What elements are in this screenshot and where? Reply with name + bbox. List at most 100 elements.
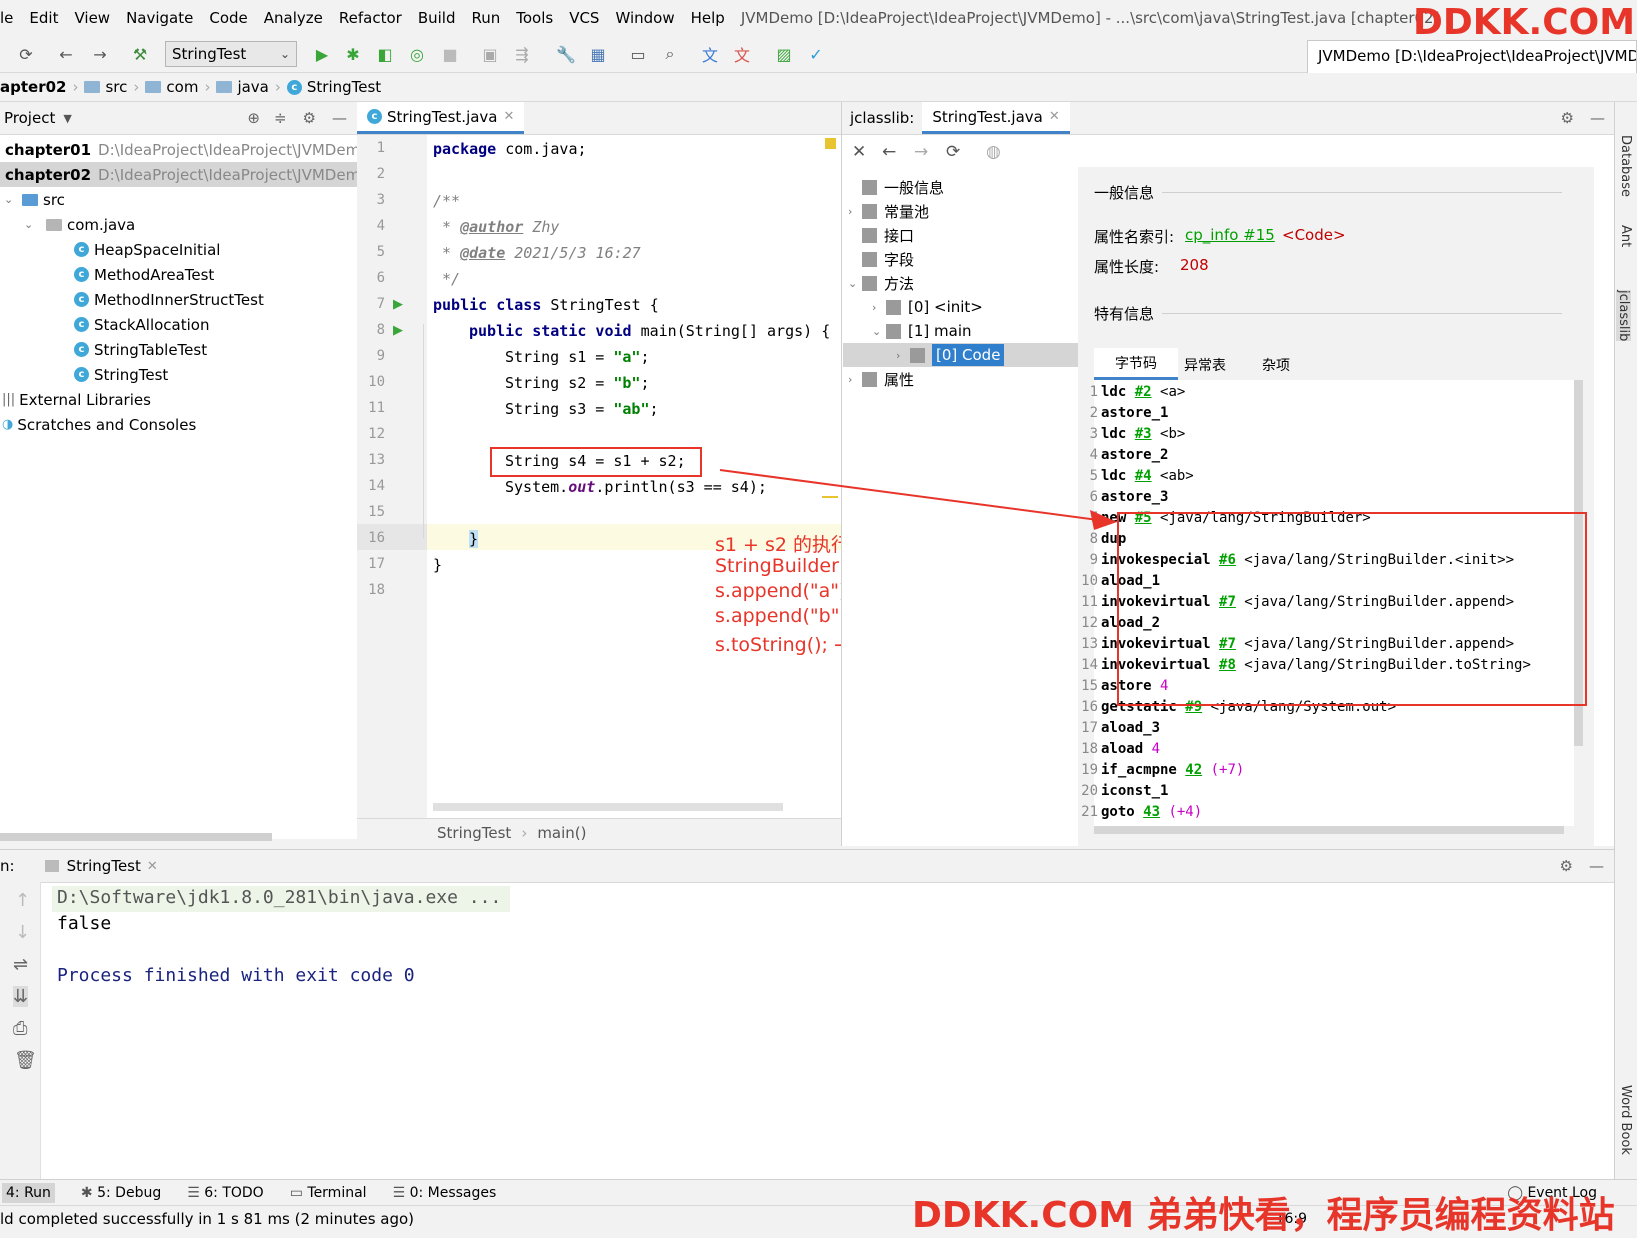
breadcrumb-module[interactable]: apter02 xyxy=(0,78,66,96)
locate-icon[interactable]: ⊕ xyxy=(247,109,260,127)
horizontal-scrollbar[interactable] xyxy=(1094,826,1564,834)
tab-run-stringtest[interactable]: StringTest ✕ xyxy=(34,850,168,882)
tool-window-word-book[interactable]: Word Book xyxy=(1618,1085,1633,1155)
tool-tab-todo[interactable]: ☰ 6: TODO xyxy=(187,1185,263,1201)
translate-replace-icon[interactable]: 文 xyxy=(732,44,752,65)
tree-item-constant-pool[interactable]: › 常量池 xyxy=(848,199,929,223)
tree-item-class[interactable]: c StringTest xyxy=(74,362,168,387)
refresh-icon[interactable]: ⟳ xyxy=(946,142,960,162)
warning-marker[interactable] xyxy=(825,138,836,149)
breadcrumb-src[interactable]: src xyxy=(105,78,127,96)
menu-refactor[interactable]: Refactor xyxy=(331,9,410,27)
tool-tab-terminal[interactable]: ▭ Terminal xyxy=(290,1185,367,1201)
settings-wrench-icon[interactable]: 🔧 xyxy=(556,44,576,64)
tree-item-scratches[interactable]: ◑ Scratches and Consoles xyxy=(2,412,196,437)
gear-icon[interactable]: ⚙ xyxy=(303,109,316,127)
breadcrumb-java[interactable]: java xyxy=(237,78,268,96)
editor-horizontal-scrollbar[interactable] xyxy=(433,803,783,811)
print-icon[interactable]: ⎙ xyxy=(13,1018,27,1039)
translate-icon[interactable]: 文 xyxy=(700,44,720,65)
breadcrumb-com[interactable]: com xyxy=(166,78,198,96)
deploy-icon[interactable]: ⇶ xyxy=(512,44,532,64)
sync-icon[interactable]: ⟳ xyxy=(16,44,36,64)
statistic-icon[interactable]: ▨ xyxy=(774,44,794,64)
project-panel-title[interactable]: Project xyxy=(4,109,55,127)
minimize-icon[interactable]: — xyxy=(332,109,347,127)
minimize-icon[interactable]: — xyxy=(1590,109,1605,127)
chevron-down-icon[interactable]: ▼ xyxy=(63,112,71,125)
tree-item-method-main[interactable]: ⌄ [1] main xyxy=(872,319,972,343)
up-arrow-icon[interactable]: ↑ xyxy=(15,890,30,911)
editor-breadcrumb-method[interactable]: main() xyxy=(537,824,586,842)
tool-window-ant[interactable]: Ant xyxy=(1618,225,1633,247)
tool-window-database[interactable]: Database xyxy=(1618,135,1633,197)
build-hammer-icon[interactable]: ⚒ xyxy=(130,44,150,64)
gear-icon[interactable]: ⚙ xyxy=(1561,109,1574,127)
tree-item-attributes[interactable]: › 属性 xyxy=(848,367,914,391)
tree-item-general-info[interactable]: 一般信息 xyxy=(848,175,944,199)
tree-item-methods[interactable]: ⌄ 方法 xyxy=(848,271,914,295)
tool-tab-run[interactable]: 4: Run xyxy=(2,1183,55,1203)
tree-item-chapter02[interactable]: chapter02 D:\IdeaProject\IdeaProject\JVM… xyxy=(0,162,360,187)
tab-stringtest-java[interactable]: c StringTest.java ✕ xyxy=(357,102,525,134)
chevron-down-icon[interactable]: ⌄ xyxy=(848,277,862,290)
tree-item-code[interactable]: › [0] Code xyxy=(896,343,1005,367)
tree-item-class[interactable]: c StackAllocation xyxy=(74,312,209,337)
menu-view[interactable]: View xyxy=(66,9,118,27)
attr-name-link[interactable]: cp_info #15 xyxy=(1185,226,1275,244)
gear-icon[interactable]: ⚙ xyxy=(1560,857,1573,875)
back-icon[interactable]: ← xyxy=(56,44,76,64)
tree-item-external-libraries[interactable]: ||| External Libraries xyxy=(2,387,151,412)
chevron-down-icon[interactable]: ⌄ xyxy=(4,193,22,206)
breadcrumb-class[interactable]: StringTest xyxy=(307,78,381,96)
tree-item-chapter01[interactable]: chapter01 D:\IdeaProject\IdeaProject\JVM… xyxy=(0,137,360,162)
menu-build[interactable]: Build xyxy=(410,9,464,27)
tree-item-class[interactable]: c StringTableTest xyxy=(74,337,207,362)
scroll-to-end-icon[interactable]: ⇊ xyxy=(13,986,29,1007)
tree-item-src[interactable]: ⌄ src xyxy=(4,187,65,212)
menu-navigate[interactable]: Navigate xyxy=(118,9,201,27)
chevron-down-icon[interactable]: ⌄ xyxy=(24,218,46,231)
bytecode-reference-link[interactable]: 42 xyxy=(1185,762,1202,778)
chevron-down-icon[interactable]: ⌄ xyxy=(872,325,886,338)
check-icon[interactable]: ✓ xyxy=(806,44,826,64)
tool-window-jclasslib[interactable]: jclasslib xyxy=(1616,290,1631,342)
debug-icon[interactable]: ✱ xyxy=(343,44,363,64)
menu-code[interactable]: Code xyxy=(201,9,255,27)
search-icon[interactable]: ⌕ xyxy=(660,44,680,64)
tool-tab-debug[interactable]: ✱ 5: Debug xyxy=(81,1185,161,1201)
menu-tools[interactable]: Tools xyxy=(508,9,561,27)
close-icon[interactable]: ✕ xyxy=(852,142,866,162)
editor-breadcrumb-class[interactable]: StringTest xyxy=(437,824,511,842)
down-arrow-icon[interactable]: ↓ xyxy=(15,922,30,943)
tree-item-method-init[interactable]: › [0] <init> xyxy=(872,295,983,319)
menu-run[interactable]: Run xyxy=(463,9,508,27)
browser-icon[interactable]: ◍ xyxy=(986,142,1001,162)
forward-icon[interactable]: → xyxy=(90,44,110,64)
tab-bytecode[interactable]: 字节码 xyxy=(1094,348,1178,380)
run-icon[interactable]: ▶ xyxy=(312,44,332,64)
collapse-icon[interactable]: ≑ xyxy=(274,109,287,127)
chevron-right-icon[interactable]: › xyxy=(872,301,886,314)
tab-jclasslib-stringtest[interactable]: StringTest.java ✕ xyxy=(922,102,1070,134)
chevron-right-icon[interactable]: › xyxy=(896,349,910,362)
run-gutter-icon[interactable]: ▶ xyxy=(393,297,403,312)
close-icon[interactable]: ✕ xyxy=(504,109,515,124)
tree-item-class[interactable]: c HeapSpaceInitial xyxy=(74,237,220,262)
menu-edit[interactable]: Edit xyxy=(21,9,66,27)
trash-icon[interactable]: 🗑 xyxy=(14,1050,37,1071)
horizontal-scrollbar[interactable] xyxy=(0,833,272,841)
run-configuration-select[interactable]: StringTest ⌄ xyxy=(165,41,297,67)
menu-vcs[interactable]: VCS xyxy=(561,9,607,27)
tab-exception-table[interactable]: 异常表 xyxy=(1184,355,1226,375)
terminal-icon[interactable]: ▭ xyxy=(628,44,648,64)
project-structure-icon[interactable]: ▦ xyxy=(588,44,608,64)
run-gutter-icon[interactable]: ▶ xyxy=(393,323,403,338)
bytecode-reference-link[interactable]: #2 xyxy=(1135,384,1152,400)
menu-analyze[interactable]: Analyze xyxy=(256,9,331,27)
chevron-right-icon[interactable]: › xyxy=(848,373,862,386)
chevron-right-icon[interactable]: › xyxy=(848,205,862,218)
tool-tab-messages[interactable]: ☰ 0: Messages xyxy=(393,1185,497,1201)
tree-item-class[interactable]: c MethodInnerStructTest xyxy=(74,287,264,312)
tree-item-fields[interactable]: 字段 xyxy=(848,247,914,271)
